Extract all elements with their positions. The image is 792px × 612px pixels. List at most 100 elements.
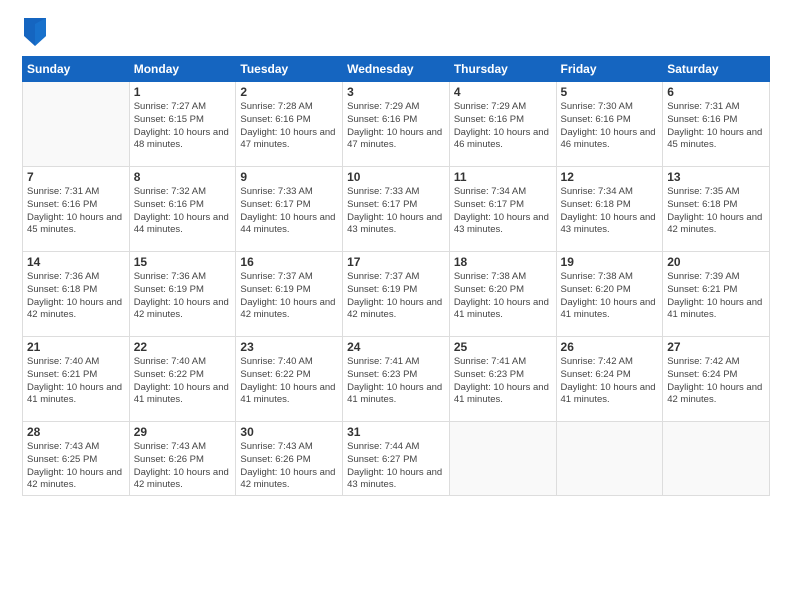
day-cell: 22Sunrise: 7:40 AMSunset: 6:22 PMDayligh… <box>129 337 236 422</box>
day-info: Sunrise: 7:29 AMSunset: 6:16 PMDaylight:… <box>454 101 552 152</box>
day-cell: 9Sunrise: 7:33 AMSunset: 6:17 PMDaylight… <box>236 167 343 252</box>
day-info: Sunrise: 7:42 AMSunset: 6:24 PMDaylight:… <box>561 356 659 407</box>
day-info: Sunrise: 7:41 AMSunset: 6:23 PMDaylight:… <box>347 356 445 407</box>
day-cell <box>23 82 130 167</box>
logo <box>22 18 46 46</box>
day-number: 1 <box>134 85 232 99</box>
day-number: 11 <box>454 170 552 184</box>
day-cell: 27 Sunrise: 7:42 AMSunset: 6:24 PMDayligh… <box>663 337 770 422</box>
day-info: Sunrise: 7:38 AMSunset: 6:20 PMDaylight:… <box>561 271 659 322</box>
day-info: Sunrise: 7:38 AMSunset: 6:20 PMDaylight:… <box>454 271 552 322</box>
day-info: Sunrise: 7:35 AMSunset: 6:18 PMDaylight:… <box>667 186 765 237</box>
day-number: 7 <box>27 170 125 184</box>
week-row-3: 14 Sunrise: 7:36 AMSunset: 6:18 PMDayligh… <box>23 252 770 337</box>
day-cell: 6 Sunrise: 7:31 AMSunset: 6:16 PMDaylight… <box>663 82 770 167</box>
day-info: Sunrise: 7:44 AMSunset: 6:27 PMDaylight:… <box>347 441 445 492</box>
day-info: Sunrise: 7:40 AMSunset: 6:22 PMDaylight:… <box>240 356 338 407</box>
day-number: 18 <box>454 255 552 269</box>
day-info: Sunrise: 7:34 AMSunset: 6:18 PMDaylight:… <box>561 186 659 237</box>
day-number: 27 <box>667 340 765 354</box>
day-number: 24 <box>347 340 445 354</box>
header-cell-sunday: Sunday <box>23 57 130 82</box>
day-info: Sunrise: 7:43 AMSunset: 6:26 PMDaylight:… <box>134 441 232 492</box>
day-number: 12 <box>561 170 659 184</box>
day-info: Sunrise: 7:36 AMSunset: 6:18 PMDaylight:… <box>27 271 125 322</box>
day-info: Sunrise: 7:31 AMSunset: 6:16 PMDaylight:… <box>27 186 125 237</box>
day-cell: 15 Sunrise: 7:36 AMSunset: 6:19 PMDayligh… <box>129 252 236 337</box>
header-cell-monday: Monday <box>129 57 236 82</box>
day-info: Sunrise: 7:36 AMSunset: 6:19 PMDaylight:… <box>134 271 232 322</box>
day-cell: 23 Sunrise: 7:40 AMSunset: 6:22 PMDayligh… <box>236 337 343 422</box>
day-cell: 18 Sunrise: 7:38 AMSunset: 6:20 PMDayligh… <box>449 252 556 337</box>
day-number: 21 <box>27 340 125 354</box>
day-cell: 26 Sunrise: 7:42 AMSunset: 6:24 PMDayligh… <box>556 337 663 422</box>
day-cell: 1 Sunrise: 7:27 AMSunset: 6:15 PMDaylight… <box>129 82 236 167</box>
day-cell: 13Sunrise: 7:35 AMSunset: 6:18 PMDayligh… <box>663 167 770 252</box>
header <box>22 18 770 46</box>
day-number: 19 <box>561 255 659 269</box>
day-info: Sunrise: 7:43 AMSunset: 6:26 PMDaylight:… <box>240 441 338 492</box>
week-row-1: 1 Sunrise: 7:27 AMSunset: 6:15 PMDaylight… <box>23 82 770 167</box>
day-number: 14 <box>27 255 125 269</box>
day-number: 22 <box>134 340 232 354</box>
day-info: Sunrise: 7:33 AMSunset: 6:17 PMDaylight:… <box>240 186 338 237</box>
day-cell <box>449 422 556 496</box>
day-cell: 5 Sunrise: 7:30 AMSunset: 6:16 PMDaylight… <box>556 82 663 167</box>
day-cell: 3Sunrise: 7:29 AMSunset: 6:16 PMDaylight… <box>343 82 450 167</box>
header-row: SundayMondayTuesdayWednesdayThursdayFrid… <box>23 57 770 82</box>
day-info: Sunrise: 7:41 AMSunset: 6:23 PMDaylight:… <box>454 356 552 407</box>
day-number: 5 <box>561 85 659 99</box>
day-number: 16 <box>240 255 338 269</box>
day-info: Sunrise: 7:37 AMSunset: 6:19 PMDaylight:… <box>347 271 445 322</box>
day-cell: 30 Sunrise: 7:43 AMSunset: 6:26 PMDayligh… <box>236 422 343 496</box>
day-number: 23 <box>240 340 338 354</box>
day-number: 4 <box>454 85 552 99</box>
day-cell: 20 Sunrise: 7:39 AMSunset: 6:21 PMDayligh… <box>663 252 770 337</box>
day-cell: 12 Sunrise: 7:34 AMSunset: 6:18 PMDayligh… <box>556 167 663 252</box>
day-cell: 11Sunrise: 7:34 AMSunset: 6:17 PMDayligh… <box>449 167 556 252</box>
header-cell-tuesday: Tuesday <box>236 57 343 82</box>
day-info: Sunrise: 7:28 AMSunset: 6:16 PMDaylight:… <box>240 101 338 152</box>
header-cell-friday: Friday <box>556 57 663 82</box>
day-info: Sunrise: 7:37 AMSunset: 6:19 PMDaylight:… <box>240 271 338 322</box>
day-cell: 24 Sunrise: 7:41 AMSunset: 6:23 PMDayligh… <box>343 337 450 422</box>
day-cell: 8 Sunrise: 7:32 AMSunset: 6:16 PMDaylight… <box>129 167 236 252</box>
day-cell: 29 Sunrise: 7:43 AMSunset: 6:26 PMDayligh… <box>129 422 236 496</box>
logo-icon <box>24 18 46 46</box>
day-number: 8 <box>134 170 232 184</box>
day-info: Sunrise: 7:27 AMSunset: 6:15 PMDaylight:… <box>134 101 232 152</box>
day-number: 10 <box>347 170 445 184</box>
day-number: 30 <box>240 425 338 439</box>
day-cell: 4 Sunrise: 7:29 AMSunset: 6:16 PMDaylight… <box>449 82 556 167</box>
day-info: Sunrise: 7:32 AMSunset: 6:16 PMDaylight:… <box>134 186 232 237</box>
day-info: Sunrise: 7:42 AMSunset: 6:24 PMDaylight:… <box>667 356 765 407</box>
header-cell-wednesday: Wednesday <box>343 57 450 82</box>
day-cell: 10 Sunrise: 7:33 AMSunset: 6:17 PMDayligh… <box>343 167 450 252</box>
header-cell-thursday: Thursday <box>449 57 556 82</box>
day-number: 28 <box>27 425 125 439</box>
day-number: 29 <box>134 425 232 439</box>
day-cell: 28 Sunrise: 7:43 AMSunset: 6:25 PMDayligh… <box>23 422 130 496</box>
day-number: 17 <box>347 255 445 269</box>
day-cell: 14 Sunrise: 7:36 AMSunset: 6:18 PMDayligh… <box>23 252 130 337</box>
day-cell: 7 Sunrise: 7:31 AMSunset: 6:16 PMDaylight… <box>23 167 130 252</box>
day-number: 20 <box>667 255 765 269</box>
day-number: 6 <box>667 85 765 99</box>
day-cell: 31Sunrise: 7:44 AMSunset: 6:27 PMDayligh… <box>343 422 450 496</box>
week-row-2: 7 Sunrise: 7:31 AMSunset: 6:16 PMDaylight… <box>23 167 770 252</box>
day-info: Sunrise: 7:31 AMSunset: 6:16 PMDaylight:… <box>667 101 765 152</box>
week-row-5: 28 Sunrise: 7:43 AMSunset: 6:25 PMDayligh… <box>23 422 770 496</box>
day-cell <box>663 422 770 496</box>
day-info: Sunrise: 7:39 AMSunset: 6:21 PMDaylight:… <box>667 271 765 322</box>
day-number: 15 <box>134 255 232 269</box>
week-row-4: 21Sunrise: 7:40 AMSunset: 6:21 PMDayligh… <box>23 337 770 422</box>
day-cell: 16 Sunrise: 7:37 AMSunset: 6:19 PMDayligh… <box>236 252 343 337</box>
day-info: Sunrise: 7:29 AMSunset: 6:16 PMDaylight:… <box>347 101 445 152</box>
day-info: Sunrise: 7:43 AMSunset: 6:25 PMDaylight:… <box>27 441 125 492</box>
day-number: 26 <box>561 340 659 354</box>
day-info: Sunrise: 7:30 AMSunset: 6:16 PMDaylight:… <box>561 101 659 152</box>
day-cell: 2 Sunrise: 7:28 AMSunset: 6:16 PMDaylight… <box>236 82 343 167</box>
day-info: Sunrise: 7:33 AMSunset: 6:17 PMDaylight:… <box>347 186 445 237</box>
header-cell-saturday: Saturday <box>663 57 770 82</box>
day-number: 2 <box>240 85 338 99</box>
